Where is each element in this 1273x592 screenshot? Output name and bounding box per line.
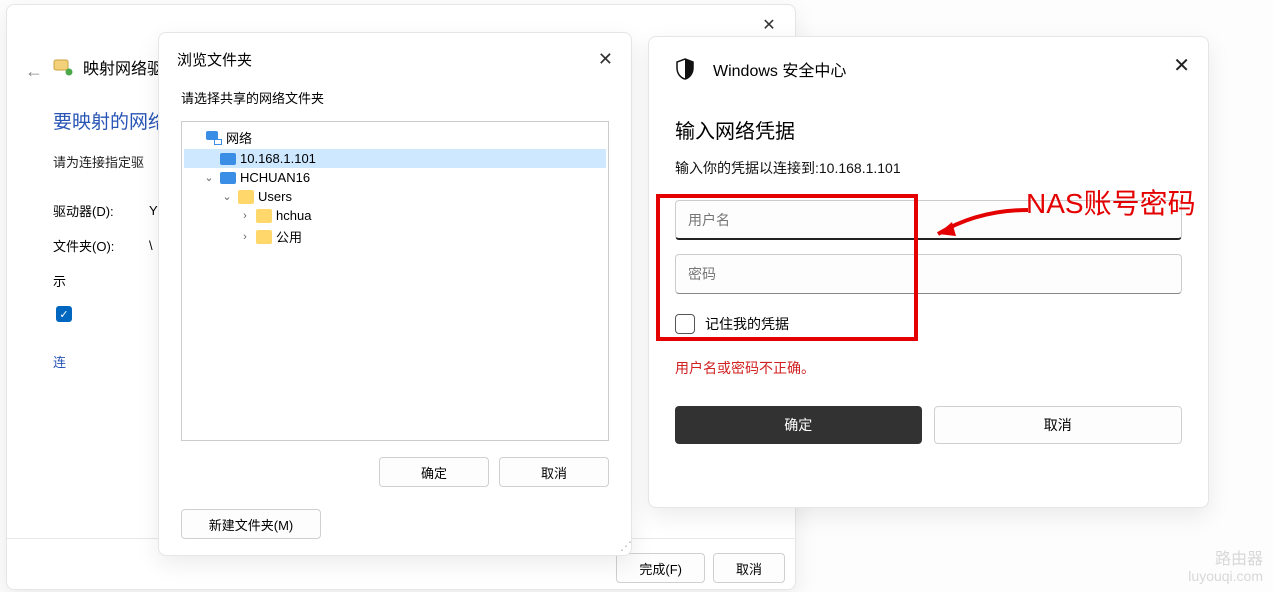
tree-host-node[interactable]: ⌄HCHUAN16 — [184, 168, 606, 187]
annotation-arrow-icon — [918, 206, 1030, 240]
tree-users-node[interactable]: ⌄Users — [184, 187, 606, 206]
browse-folder-dialog: 浏览文件夹 ✕ 请选择共享的网络文件夹 网络 10.168.1.101 ⌄HCH… — [158, 32, 632, 556]
network-icon — [206, 131, 222, 145]
close-icon[interactable]: ✕ — [598, 49, 613, 70]
cancel-button[interactable]: 取消 — [934, 406, 1183, 444]
watermark: 路由器 luyouqi.com — [1188, 551, 1263, 584]
folder-icon — [256, 230, 272, 244]
remember-checkbox[interactable] — [675, 314, 695, 334]
back-arrow-icon[interactable]: ← — [25, 61, 43, 82]
folder-icon — [256, 209, 272, 223]
chevron-right-icon[interactable]: › — [238, 231, 252, 243]
annotation-text: NAS账号密码 — [1026, 182, 1196, 222]
ok-button[interactable]: 确定 — [379, 457, 489, 487]
password-input[interactable] — [675, 254, 1182, 294]
finish-button[interactable]: 完成(F) — [616, 553, 705, 583]
cancel-button[interactable]: 取消 — [499, 457, 609, 487]
new-folder-button[interactable]: 新建文件夹(M) — [181, 509, 321, 539]
shield-icon — [675, 58, 695, 80]
folder-tree[interactable]: 网络 10.168.1.101 ⌄HCHUAN16 ⌄Users ›hchua … — [181, 121, 609, 441]
remember-label: 记住我的凭据 — [705, 314, 789, 334]
tree-public-node[interactable]: ›公用 — [184, 225, 606, 248]
chevron-down-icon[interactable]: ⌄ — [220, 190, 234, 203]
chevron-right-icon[interactable]: › — [238, 210, 252, 222]
security-heading: 输入网络凭据 — [675, 115, 1182, 144]
windows-security-dialog: Windows 安全中心 ✕ 输入网络凭据 输入你的凭据以连接到:10.168.… — [648, 36, 1209, 508]
ok-button[interactable]: 确定 — [675, 406, 922, 444]
error-message: 用户名或密码不正确。 — [675, 358, 1182, 378]
security-subtitle: 输入你的凭据以连接到:10.168.1.101 — [675, 158, 1182, 178]
reconnect-checkbox[interactable]: ✓ — [56, 306, 72, 322]
chevron-down-icon[interactable]: ⌄ — [202, 171, 216, 184]
tree-user1-node[interactable]: ›hchua — [184, 206, 606, 225]
browse-title: 浏览文件夹 — [177, 49, 252, 70]
browse-subtitle: 请选择共享的网络文件夹 — [159, 80, 631, 121]
cancel-button[interactable]: 取消 — [713, 553, 785, 583]
resize-grip-icon[interactable]: ⋰ — [620, 539, 629, 553]
drive-label: 驱动器(D): — [53, 201, 133, 220]
security-title: Windows 安全中心 — [713, 57, 846, 81]
example-label: 示 — [53, 271, 66, 290]
tree-ip-node[interactable]: 10.168.1.101 — [184, 149, 606, 168]
computer-icon — [220, 172, 236, 184]
tree-network[interactable]: 网络 — [184, 126, 606, 149]
close-icon[interactable]: ✕ — [1173, 53, 1190, 78]
folder-icon — [238, 190, 254, 204]
folder-label: 文件夹(O): — [53, 236, 133, 255]
computer-icon — [220, 153, 236, 165]
network-drive-icon — [53, 57, 73, 77]
